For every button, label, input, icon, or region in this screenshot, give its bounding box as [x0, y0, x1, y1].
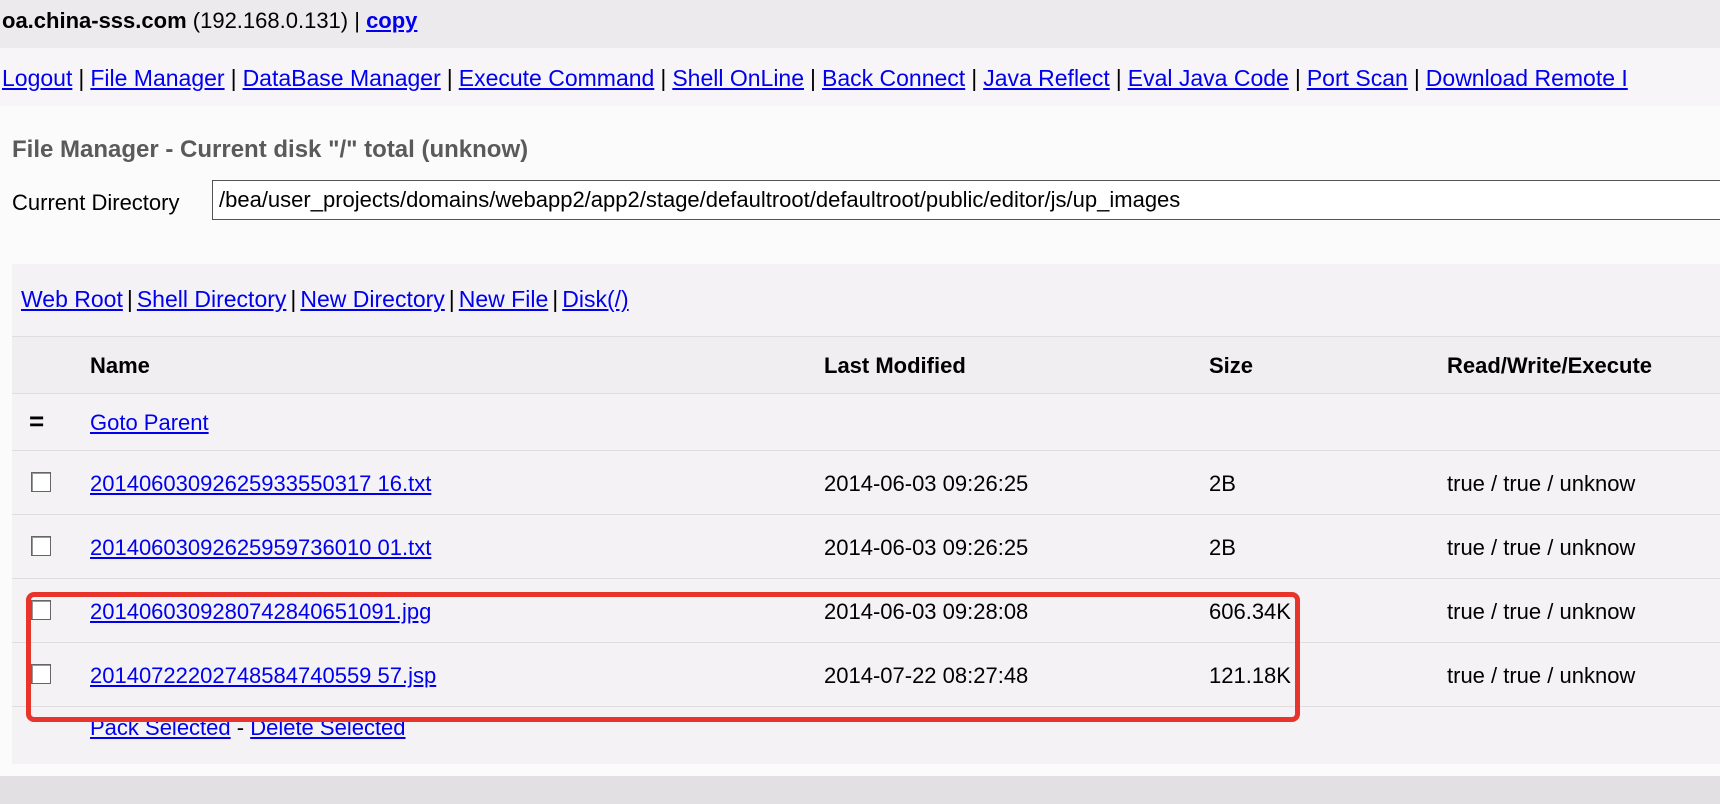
nav-link-logout[interactable]: Logout — [2, 65, 72, 91]
file-size: 606.34K — [1209, 599, 1291, 624]
nav-separator: | — [810, 65, 816, 91]
row-checkbox[interactable] — [31, 536, 51, 556]
ip-open: ( — [186, 8, 201, 33]
nav-separator: | — [660, 65, 667, 91]
file-name-link[interactable]: 20140603092625933550317 16.txt — [90, 471, 431, 497]
nav-separator: | — [1413, 65, 1420, 91]
actions-row: Pack Selected - Delete Selected — [12, 706, 1720, 763]
ip-close: ) | — [340, 8, 367, 33]
main-content: File Manager - Current disk "/" total (u… — [0, 106, 1720, 776]
pack-selected-link[interactable]: Pack Selected — [90, 715, 231, 740]
quick-links: Web Root | Shell Directory | New Directory | N… — [21, 286, 629, 313]
quick-link-web-root[interactable]: Web Root — [21, 286, 123, 312]
current-directory-label: Current Directory — [12, 190, 180, 215]
quick-link-separator: | — [552, 286, 559, 312]
nav-link-port-scan[interactable]: Port Scan — [1307, 65, 1408, 91]
nav-link-file-manager[interactable]: File Manager — [90, 65, 224, 91]
row-checkbox[interactable] — [31, 664, 51, 684]
table-row: 2014060309280742840651091.jpg 2014-06-03 … — [12, 578, 1720, 642]
quick-link-disk[interactable]: Disk(/) — [562, 286, 628, 312]
goto-parent-row: = Goto Parent — [12, 393, 1720, 450]
quick-link-new-directory[interactable]: New Directory — [300, 286, 444, 312]
file-modified: 2014-06-03 09:26:25 — [824, 535, 1029, 560]
file-name-link[interactable]: 20140722202748584740559 57.jsp — [90, 663, 436, 689]
nav-separator: | — [971, 65, 978, 91]
quick-link-new-file[interactable]: New File — [459, 286, 548, 312]
quick-link-separator: | — [290, 286, 297, 312]
file-rows: 20140603092625933550317 16.txt 2014-06-03… — [12, 450, 1720, 706]
goto-parent-icon: = — [29, 406, 45, 436]
file-size: 121.18K — [1209, 663, 1291, 688]
table-header: Name Last Modified Size Read/Write/Execu… — [12, 336, 1720, 393]
nav-separator: | — [446, 65, 453, 91]
file-permissions: true / true / unknow — [1447, 535, 1636, 560]
nav-link-shell-online[interactable]: Shell OnLine — [672, 65, 804, 91]
nav-link-java-reflect[interactable]: Java Reflect — [983, 65, 1110, 91]
nav-link-database-manager[interactable]: DataBase Manager — [243, 65, 441, 91]
header-size: Size — [1209, 353, 1254, 378]
table-row: 20140603092625959736010 01.txt 2014-06-03… — [12, 514, 1720, 578]
quick-link-separator: | — [126, 286, 133, 312]
nav-separator: | — [78, 65, 85, 91]
file-permissions: true / true / unknow — [1447, 471, 1636, 496]
file-name-link[interactable]: 2014060309280742840651091.jpg — [90, 599, 431, 625]
file-size: 2B — [1209, 471, 1236, 496]
row-checkbox[interactable] — [31, 600, 51, 620]
file-table: Name Last Modified Size Read/Write/Execu… — [12, 336, 1720, 763]
nav-separator: | — [1294, 65, 1301, 91]
nav-links: Logout | File Manager | DataBase Manager | Exe… — [2, 65, 1628, 92]
bottom-strip — [0, 776, 1720, 804]
nav-link-download-remote-i[interactable]: Download Remote I — [1426, 65, 1628, 91]
host-bar: oa.china-sss.com (192.168.0.131) | copy — [0, 0, 1720, 48]
host-line: oa.china-sss.com (192.168.0.131) | copy — [2, 8, 417, 34]
nav-link-execute-command[interactable]: Execute Command — [459, 65, 655, 91]
quick-link-separator: | — [448, 286, 455, 312]
header-modified: Last Modified — [824, 353, 966, 378]
nav-link-eval-java-code[interactable]: Eval Java Code — [1128, 65, 1289, 91]
file-permissions: true / true / unknow — [1447, 599, 1636, 624]
current-directory-input[interactable] — [212, 180, 1720, 220]
actions: Pack Selected - Delete Selected — [90, 715, 406, 741]
host-domain: oa.china-sss.com — [2, 8, 187, 33]
file-size: 2B — [1209, 535, 1236, 560]
nav-separator: | — [230, 65, 237, 91]
host-ip: 192.168.0.131 — [200, 8, 341, 33]
file-name-link[interactable]: 20140603092625959736010 01.txt — [90, 535, 431, 561]
file-modified: 2014-07-22 08:27:48 — [824, 663, 1029, 688]
quick-link-shell-directory[interactable]: Shell Directory — [137, 286, 287, 312]
file-panel: Web Root | Shell Directory | New Directory | N… — [12, 264, 1720, 764]
table-row: 20140603092625933550317 16.txt 2014-06-03… — [12, 450, 1720, 514]
actions-dash: - — [230, 715, 251, 740]
goto-parent-link[interactable]: Goto Parent — [90, 410, 209, 436]
header-name: Name — [90, 353, 150, 378]
table-row: 20140722202748584740559 57.jsp 2014-07-22… — [12, 642, 1720, 706]
file-modified: 2014-06-03 09:28:08 — [824, 599, 1029, 624]
main-nav: Logout | File Manager | DataBase Manager | Exe… — [0, 48, 1720, 106]
copy-link[interactable]: copy — [366, 8, 417, 33]
delete-selected-link[interactable]: Delete Selected — [250, 715, 405, 740]
header-permissions: Read/Write/Execute — [1447, 353, 1653, 378]
nav-link-back-connect[interactable]: Back Connect — [822, 65, 965, 91]
page-title: File Manager - Current disk "/" total (u… — [12, 136, 529, 163]
row-checkbox[interactable] — [31, 472, 51, 492]
nav-separator: | — [1115, 65, 1122, 91]
file-modified: 2014-06-03 09:26:25 — [824, 471, 1029, 496]
file-permissions: true / true / unknow — [1447, 663, 1636, 688]
